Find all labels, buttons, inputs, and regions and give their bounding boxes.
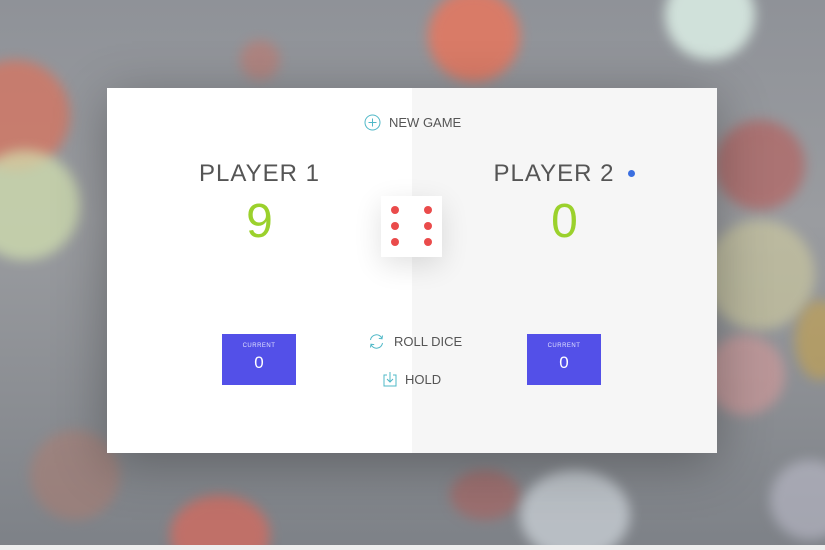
player-2-current-score: 0 xyxy=(559,353,569,372)
dice-pip xyxy=(391,206,399,214)
bottom-strip xyxy=(0,545,825,550)
player-1-score: 9 xyxy=(246,195,273,248)
player-1-name-text: Player 1 xyxy=(199,160,320,187)
dice-pip xyxy=(424,238,432,246)
dice-pip xyxy=(391,238,399,246)
player-2-current-box: Current 0 xyxy=(527,334,601,385)
refresh-icon xyxy=(367,332,386,351)
player-2-name-text: Player 2 xyxy=(493,160,615,187)
new-game-label: New game xyxy=(389,115,462,130)
active-player-dot xyxy=(628,170,636,177)
dice-pip xyxy=(424,206,432,214)
dice-pip xyxy=(391,222,399,230)
download-icon xyxy=(383,371,397,387)
roll-dice-label: Roll dice xyxy=(394,334,463,349)
player-2-name: Player 2 xyxy=(412,160,717,188)
roll-dice-button[interactable]: Roll dice xyxy=(367,332,462,351)
player-2-current-label: Current xyxy=(547,343,581,349)
dice xyxy=(381,196,442,257)
player-2-panel: Player 2 0 Current 0 xyxy=(412,88,717,453)
hold-label: Hold xyxy=(405,371,442,387)
dice-pip xyxy=(424,222,432,230)
player-1-panel: Player 1 9 Current 0 xyxy=(107,88,412,453)
player-1-current-box: Current 0 xyxy=(222,334,296,385)
plus-circle-icon xyxy=(364,114,381,131)
new-game-button[interactable]: New game xyxy=(364,114,461,131)
player-1-current-label: Current xyxy=(242,343,276,349)
player-2-score: 0 xyxy=(551,195,578,248)
hold-button[interactable]: Hold xyxy=(383,371,441,387)
player-1-name: Player 1 xyxy=(107,160,412,188)
game-board: Player 1 9 Current 0 Player 2 0 Current … xyxy=(107,88,717,453)
player-1-current-score: 0 xyxy=(254,353,264,372)
